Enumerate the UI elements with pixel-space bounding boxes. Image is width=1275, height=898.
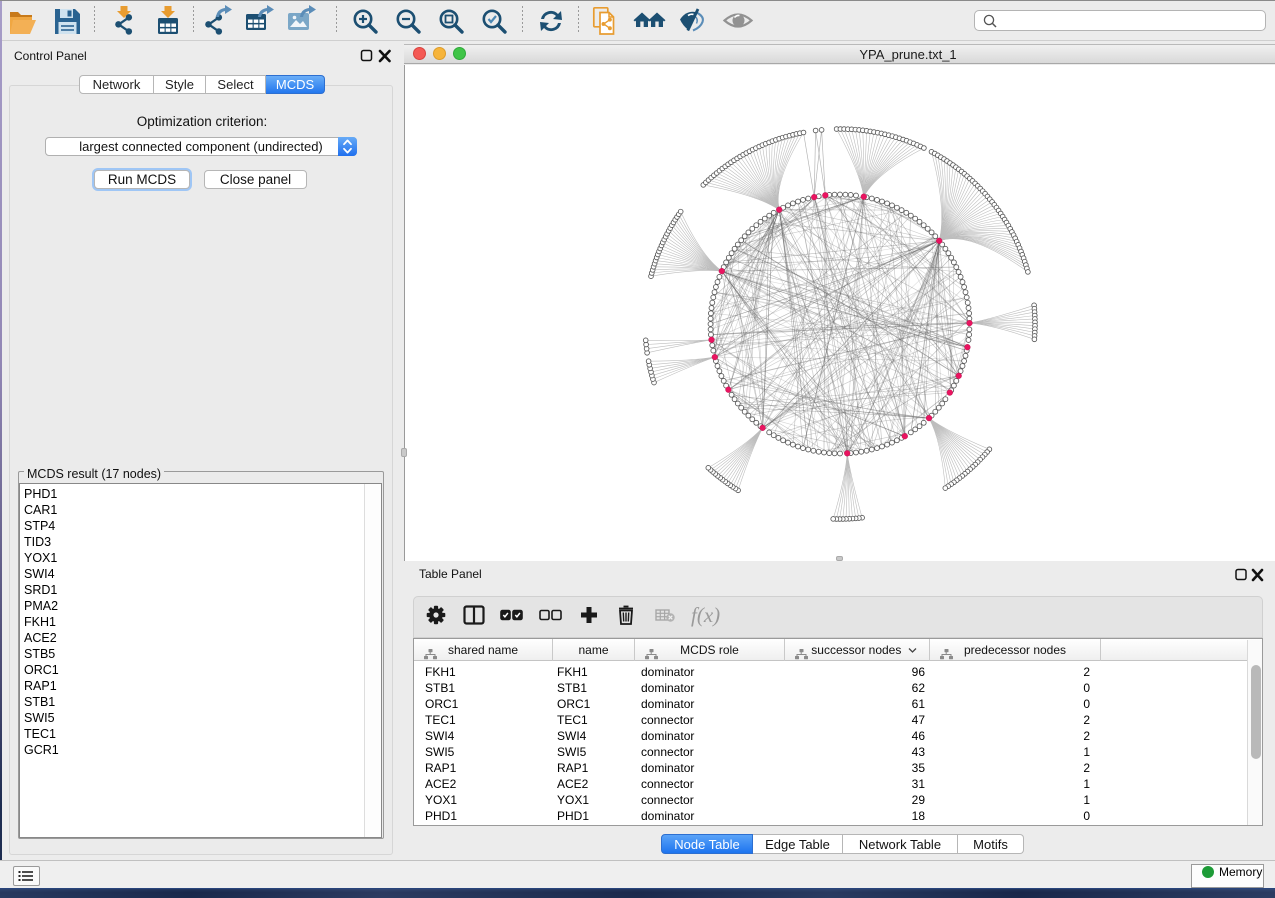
svg-text:f(x): f(x) (691, 603, 720, 627)
